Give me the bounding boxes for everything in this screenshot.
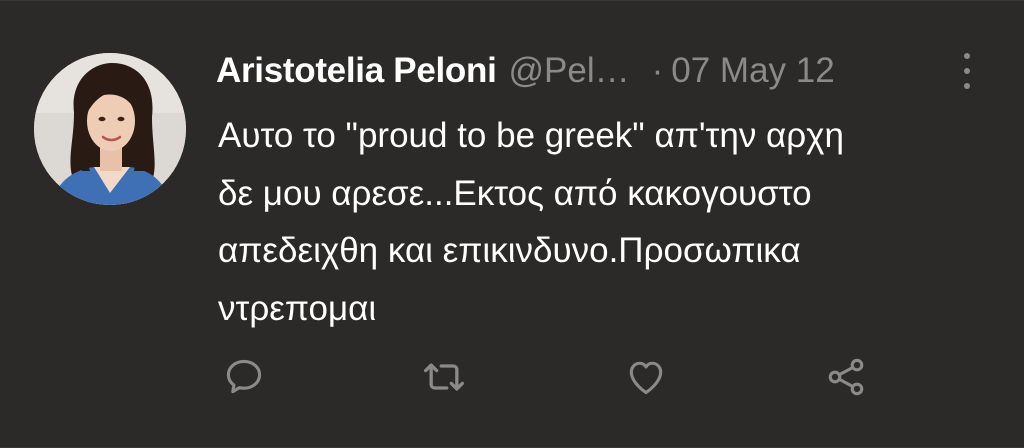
tweet-header: Aristotelia Peloni @Pel… · 07 May 12 xyxy=(216,47,835,95)
more-dot xyxy=(964,83,970,89)
more-dot xyxy=(964,53,970,59)
tweet-text-line: απεδειχθη και επικινδυνο.Προσωπικα xyxy=(218,231,801,270)
tweet-text: Αυτο το "proud to be greek" απ'την αρχη … xyxy=(218,107,1008,337)
retweet-button[interactable] xyxy=(420,353,468,401)
author-handle[interactable]: @Pel… xyxy=(509,51,630,91)
share-button[interactable] xyxy=(822,353,870,401)
tweet-text-line: ντρεπομαι xyxy=(218,288,377,328)
tweet-card[interactable]: Aristotelia Peloni @Pel… · 07 May 12 Αυτ… xyxy=(0,0,1024,448)
reply-button[interactable] xyxy=(220,353,268,401)
like-button[interactable] xyxy=(622,353,670,401)
tweet-date[interactable]: 07 May 12 xyxy=(671,51,834,91)
share-icon xyxy=(828,358,864,396)
header-separator: · xyxy=(651,51,664,90)
retweet-icon xyxy=(424,363,464,391)
profile-photo-icon xyxy=(34,53,186,205)
more-dot xyxy=(964,68,970,74)
tweet-text-line: Αυτο το "proud to be greek" απ'την αρχη xyxy=(218,116,845,155)
more-options-icon[interactable] xyxy=(957,53,977,89)
tweet-actions xyxy=(0,353,1024,401)
tweet-text-line: δε μου αρεσε...Εκτος από κακογουστο xyxy=(218,173,812,213)
author-name[interactable]: Aristotelia Peloni xyxy=(216,51,497,91)
heart-icon xyxy=(629,361,663,395)
speech-bubble-icon xyxy=(226,359,262,394)
avatar[interactable] xyxy=(34,53,186,205)
